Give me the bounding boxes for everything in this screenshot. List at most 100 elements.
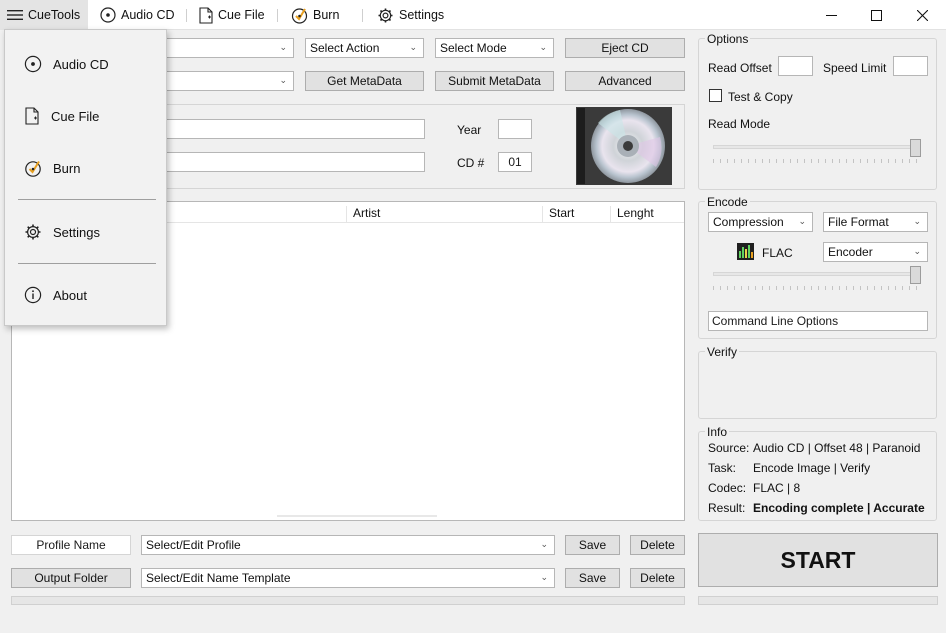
eject-cd-button[interactable]: Eject CD	[565, 38, 685, 58]
name-template-select[interactable]: Select/Edit Name Template ⌄	[141, 568, 555, 588]
side-menu-item-audio-cd[interactable]: Audio CD	[5, 46, 166, 82]
compression-slider-track[interactable]	[713, 272, 921, 276]
submit-metadata-button[interactable]: Submit MetaData	[435, 71, 554, 91]
compression-value: Compression	[713, 215, 784, 229]
secondary-progress-bar	[698, 596, 938, 605]
column-divider	[610, 206, 611, 222]
tab-audio-cd[interactable]: Audio CD	[100, 0, 175, 30]
cd-number-label: CD #	[457, 156, 485, 170]
flac-logo-icon	[737, 243, 754, 260]
command-line-options-field[interactable]: Command Line Options	[708, 311, 928, 331]
file-format-dropdown[interactable]: File Format ⌄	[823, 212, 928, 232]
info-codec-value: FLAC | 8	[753, 481, 801, 495]
info-codec-key: Codec:	[708, 481, 747, 495]
output-folder-button[interactable]: Output Folder	[11, 568, 131, 588]
chevron-down-icon: ⌄	[539, 41, 547, 52]
progress-bar	[11, 596, 685, 605]
profile-name-label: Profile Name	[11, 535, 131, 555]
save-profile-button[interactable]: Save	[565, 535, 620, 555]
profile-select[interactable]: Select/Edit Profile ⌄	[141, 535, 555, 555]
side-menu-separator	[18, 199, 156, 200]
disc-icon	[24, 55, 42, 73]
test-copy-checkbox[interactable]	[709, 89, 722, 102]
hamburger-menu-icon	[7, 10, 23, 20]
select-action-dropdown[interactable]: Select Action ⌄	[305, 38, 424, 58]
file-format-value: File Format	[828, 215, 889, 229]
read-offset-label: Read Offset	[708, 61, 772, 75]
minimize-button[interactable]	[808, 0, 854, 30]
column-divider	[346, 206, 347, 222]
info-source-value: Audio CD | Offset 48 | Paranoid	[753, 441, 921, 455]
document-icon	[199, 6, 213, 24]
gear-icon	[378, 8, 393, 22]
column-header-length[interactable]: Lenght	[617, 206, 654, 220]
read-mode-slider-thumb[interactable]	[910, 139, 921, 157]
side-menu-item-about[interactable]: About	[5, 277, 166, 313]
read-offset-field[interactable]	[778, 56, 813, 76]
cd-artwork-icon	[576, 107, 672, 185]
options-title: Options	[705, 32, 751, 46]
side-menu-label: About	[53, 287, 87, 303]
info-icon	[24, 286, 42, 304]
close-button[interactable]	[899, 0, 945, 30]
cuetools-menu-label: CueTools	[28, 8, 81, 22]
speed-limit-field[interactable]	[893, 56, 928, 76]
side-menu-item-burn[interactable]: Burn	[5, 150, 166, 186]
verify-title: Verify	[705, 345, 740, 359]
gear-icon	[25, 224, 41, 240]
chevron-down-icon: ⌄	[279, 41, 287, 52]
metadata-source-select[interactable]: ⌄	[160, 71, 294, 91]
chevron-down-icon: ⌄	[279, 74, 287, 85]
side-menu-label: Burn	[53, 160, 81, 176]
side-menu-item-settings[interactable]: Settings	[5, 214, 166, 250]
delete-profile-button[interactable]: Delete	[630, 535, 685, 555]
tab-cue-file[interactable]: Cue File	[199, 0, 265, 30]
codec-name-label: FLAC	[762, 246, 793, 260]
horizontal-scrollbar[interactable]	[277, 515, 437, 517]
tab-separator	[362, 9, 363, 22]
tab-settings-label: Settings	[399, 8, 445, 22]
year-label: Year	[457, 123, 482, 137]
save-template-button[interactable]: Save	[565, 568, 620, 588]
chevron-down-icon: ⌄	[540, 571, 548, 582]
tab-separator	[277, 9, 278, 22]
disc-icon	[100, 7, 116, 23]
info-result-key: Result:	[708, 501, 746, 515]
column-header-artist[interactable]: Artist	[353, 206, 380, 220]
maximize-button[interactable]	[853, 0, 899, 30]
close-icon	[916, 9, 928, 21]
info-task-value: Encode Image | Verify	[753, 461, 871, 475]
burn-disc-icon	[25, 160, 41, 177]
compression-slider-thumb[interactable]	[910, 266, 921, 284]
column-header-start[interactable]: Start	[549, 206, 574, 220]
select-action-value: Select Action	[310, 41, 380, 55]
album-title-field[interactable]	[160, 152, 425, 172]
advanced-button[interactable]: Advanced	[565, 71, 685, 91]
compression-dropdown[interactable]: Compression ⌄	[708, 212, 813, 232]
encoder-dropdown[interactable]: Encoder ⌄	[823, 242, 928, 262]
read-mode-slider-track[interactable]	[713, 145, 921, 149]
info-task-key: Task:	[708, 461, 737, 475]
profile-select-value: Select/Edit Profile	[146, 538, 241, 552]
start-button[interactable]: START	[698, 533, 938, 587]
select-mode-dropdown[interactable]: Select Mode ⌄	[435, 38, 554, 58]
verify-panel	[698, 351, 937, 419]
side-menu-separator	[18, 263, 156, 264]
cd-number-field[interactable]: 01	[498, 152, 532, 172]
get-metadata-button[interactable]: Get MetaData	[305, 71, 424, 91]
cuetools-menu-button[interactable]: CueTools	[0, 0, 88, 30]
tab-audio-cd-label: Audio CD	[121, 8, 175, 22]
document-icon	[25, 107, 39, 125]
tab-settings[interactable]: Settings	[377, 0, 444, 30]
test-copy-label: Test & Copy	[728, 90, 793, 104]
year-field[interactable]	[498, 119, 532, 139]
tab-burn[interactable]: Burn	[291, 0, 339, 30]
info-source-key: Source:	[708, 441, 750, 455]
speed-limit-label: Speed Limit	[823, 61, 887, 75]
title-bar: CueTools Audio CD Cue File Burn Settings	[0, 0, 946, 30]
drive-select[interactable]: ⌄	[160, 38, 294, 58]
side-menu-label: Settings	[53, 224, 100, 240]
album-artist-field[interactable]	[160, 119, 425, 139]
side-menu-item-cue-file[interactable]: Cue File	[5, 98, 166, 134]
delete-template-button[interactable]: Delete	[630, 568, 685, 588]
